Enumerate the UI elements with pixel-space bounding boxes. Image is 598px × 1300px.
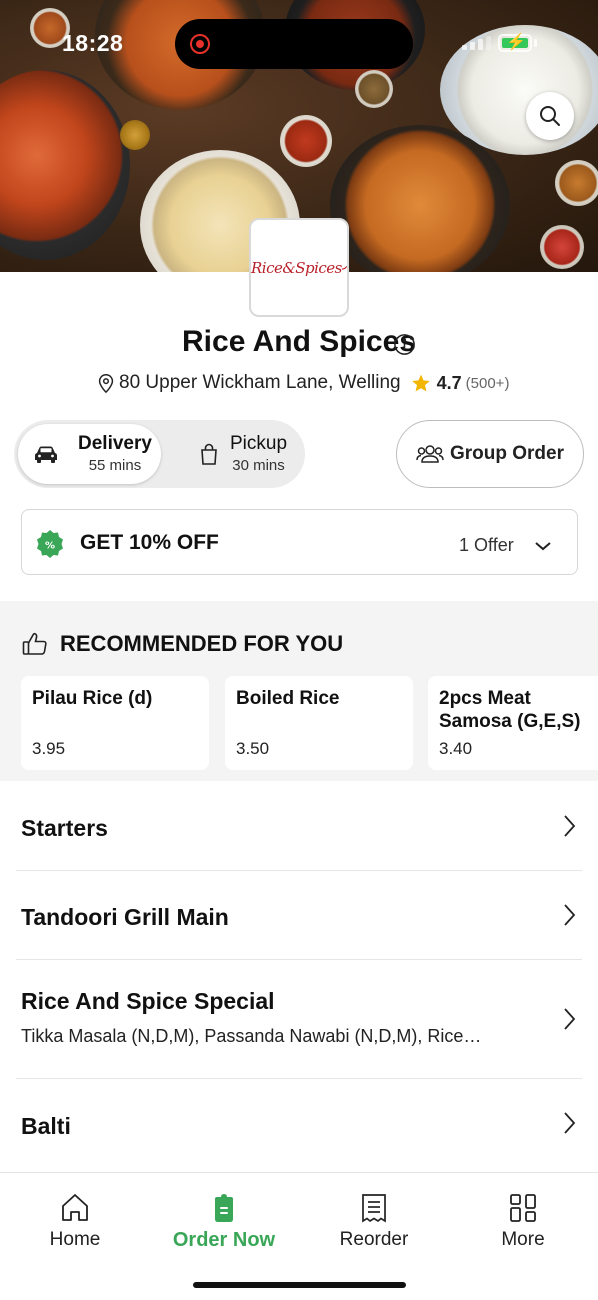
- menu-category-rice-and-spice-special[interactable]: Rice And Spice Special Tikka Masala (N,D…: [0, 960, 598, 1078]
- category-title: Balti: [21, 1113, 71, 1139]
- category-title: Starters: [21, 815, 108, 841]
- restaurant-address: 80 Upper Wickham Lane, Welling: [119, 372, 401, 393]
- discount-badge-icon: %: [37, 530, 63, 558]
- nav-label: Home: [49, 1229, 101, 1250]
- star-icon: [411, 374, 430, 392]
- recommended-item-name: Pilau Rice (d): [32, 688, 153, 709]
- rating-value: 4.7: [436, 372, 462, 393]
- recommended-item-card[interactable]: Pilau Rice (d) 3.95: [21, 676, 209, 770]
- menu-category-starters[interactable]: Starters: [0, 781, 598, 870]
- recommended-item-price: 3.50: [236, 739, 270, 758]
- nav-more[interactable]: More: [458, 1193, 588, 1251]
- signal-icon: [462, 36, 492, 50]
- receipt-icon: [362, 1194, 386, 1223]
- thumbs-up-icon: [22, 632, 47, 655]
- food-plate-chicken-curry: [330, 125, 510, 272]
- battery-cap: [534, 39, 537, 47]
- pickup-option[interactable]: Pickup 30 mins: [200, 420, 287, 488]
- food-plate-shrimp: [0, 70, 130, 260]
- chevron-right-icon: [564, 904, 576, 926]
- logo-text: Rice&Spices: [251, 258, 342, 277]
- search-button[interactable]: [526, 92, 574, 140]
- restaurant-name: Rice And Spices: [182, 325, 416, 358]
- info-button[interactable]: [393, 333, 416, 361]
- delivery-time: 55 mins: [88, 457, 142, 475]
- address-row: 80 Upper Wickham Lane, Welling 4.7 (500+…: [95, 370, 509, 396]
- nav-label: More: [501, 1229, 545, 1250]
- category-title: Tandoori Grill Main: [21, 904, 229, 930]
- shopping-bag-icon: [201, 443, 217, 465]
- svg-text:%: %: [45, 541, 55, 552]
- recommended-item-name: 2pcs Meat Samosa (G,E,S): [439, 688, 581, 732]
- nav-label: Order Now: [172, 1229, 276, 1251]
- spice-bowl: [120, 120, 150, 150]
- nav-home[interactable]: Home: [10, 1193, 140, 1251]
- bottom-navigation: Home Order Now Reorder More: [0, 1172, 598, 1300]
- spice-bowl: [280, 115, 332, 167]
- recommended-section: RECOMMENDED FOR YOU Pilau Rice (d) 3.95 …: [0, 601, 598, 781]
- restaurant-logo: Rice&Spices: [249, 218, 349, 317]
- offer-title: GET 10% OFF: [80, 531, 219, 554]
- offer-count: 1 Offer: [459, 535, 514, 555]
- spice-bowl: [540, 225, 584, 269]
- menu-category-tandoori-grill[interactable]: Tandoori Grill Main: [0, 871, 598, 959]
- home-icon: [62, 1194, 88, 1221]
- rating-count: (500+): [465, 374, 510, 392]
- recommended-item-card[interactable]: 2pcs Meat Samosa (G,E,S) 3.40: [428, 676, 598, 770]
- search-icon: [540, 106, 560, 126]
- grid-icon: [510, 1194, 536, 1222]
- chevron-down-icon: [535, 542, 551, 551]
- recommended-header: RECOMMENDED FOR YOU: [22, 631, 343, 657]
- status-icons: ⚡: [462, 34, 542, 54]
- car-icon: [35, 446, 57, 463]
- recommended-item-name: Boiled Rice: [236, 688, 340, 709]
- pickup-time: 30 mins: [232, 457, 285, 475]
- category-description: Tikka Masala (N,D,M), Passanda Nawabi (N…: [21, 1026, 482, 1046]
- recommended-title: RECOMMENDED FOR YOU: [60, 631, 344, 656]
- chevron-right-icon: [564, 1008, 576, 1030]
- delivery-option[interactable]: Delivery 55 mins: [34, 420, 152, 488]
- nav-label: Reorder: [339, 1229, 409, 1250]
- pickup-label: Pickup: [230, 432, 288, 454]
- order-mode-toggle: Delivery 55 mins Pickup 30 mins: [14, 420, 305, 488]
- nav-reorder[interactable]: Reorder: [309, 1193, 439, 1251]
- chili-icon: [341, 265, 347, 270]
- recommended-item-price: 3.40: [439, 739, 473, 758]
- nav-order-now[interactable]: Order Now: [159, 1193, 289, 1252]
- group-order-button[interactable]: Group Order: [396, 420, 584, 488]
- spice-bowl: [355, 70, 393, 108]
- offer-card[interactable]: % GET 10% OFF 1 Offer: [21, 509, 578, 575]
- chevron-right-icon: [564, 815, 576, 837]
- location-pin-icon: [98, 374, 114, 394]
- chevron-right-icon: [564, 1112, 576, 1134]
- delivery-label: Delivery: [78, 432, 152, 454]
- recommended-item-price: 3.95: [32, 739, 66, 758]
- charging-icon: ⚡: [506, 34, 526, 51]
- group-icon: [416, 445, 444, 463]
- dynamic-island: [175, 19, 413, 69]
- status-time: 18:28: [62, 30, 124, 56]
- category-title: Rice And Spice Special: [21, 988, 275, 1014]
- spice-bowl: [555, 160, 598, 206]
- recording-icon: [190, 34, 210, 54]
- info-icon: [394, 334, 415, 355]
- recommended-item-card[interactable]: Boiled Rice 3.50: [225, 676, 413, 770]
- menu-category-balti[interactable]: Balti: [0, 1079, 598, 1171]
- home-indicator[interactable]: [193, 1282, 406, 1288]
- group-order-label: Group Order: [449, 443, 564, 464]
- restaurant-title-row: Rice And Spices: [0, 325, 598, 359]
- order-bag-icon: [215, 1194, 233, 1222]
